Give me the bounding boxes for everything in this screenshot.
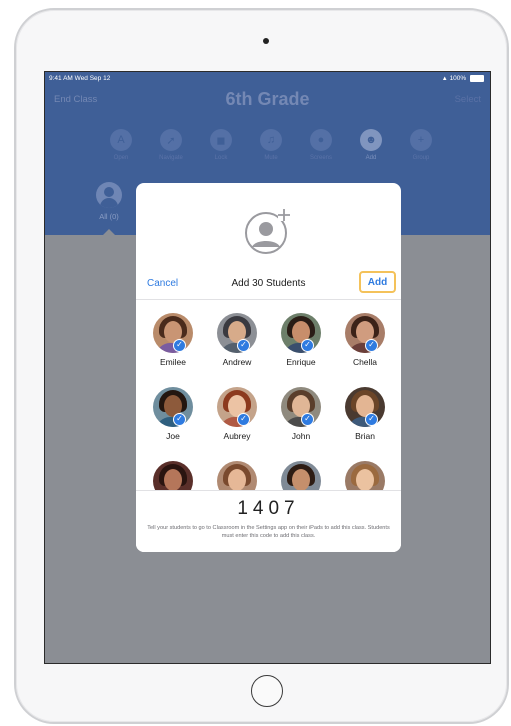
student-card[interactable]: ✓ John <box>271 387 331 441</box>
checkmark-icon: ✓ <box>237 413 250 426</box>
group-tool[interactable]: + Group <box>403 129 439 161</box>
checkmark-icon: ✓ <box>301 339 314 352</box>
tool-label: Lock <box>214 155 228 161</box>
lock-tool[interactable]: ◼ Lock <box>203 129 239 161</box>
home-button[interactable] <box>251 675 283 707</box>
add-students-modal: Cancel Add 30 Students Add ✓ Emilee ✓ An… <box>136 183 401 552</box>
status-date: Wed Sep 12 <box>74 75 111 82</box>
battery-percent: 100% <box>449 75 467 83</box>
student-card[interactable]: ✓ Aubrey <box>207 387 267 441</box>
mute-tool[interactable]: ♫ Mute <box>253 129 289 161</box>
student-card[interactable]: ✓ Emilee <box>143 313 203 367</box>
add-tool[interactable]: ☻ Add <box>353 129 389 161</box>
student-name: John <box>291 431 311 441</box>
open-tool[interactable]: A Open <box>103 129 139 161</box>
modal-nav-bar: Cancel Add 30 Students Add <box>136 269 401 300</box>
student-name: Brian <box>355 431 375 441</box>
tool-label: Navigate <box>159 155 183 161</box>
checkmark-icon: ✓ <box>301 413 314 426</box>
nav-bar: End Class 6th Grade Select <box>45 84 490 114</box>
checkmark-icon: ✓ <box>365 413 378 426</box>
select-button[interactable]: Select <box>455 94 481 105</box>
student-card[interactable] <box>207 461 267 490</box>
screens-tool[interactable]: ● Screens <box>303 129 339 161</box>
student-grid: ✓ Emilee ✓ Andrew ✓ Enrique ✓ Chella ✓ J… <box>136 300 401 490</box>
class-code: 1407 <box>237 498 300 519</box>
modal-hero <box>136 183 401 269</box>
status-time: 9:41 AM <box>49 75 73 82</box>
student-name: Chella <box>352 357 378 367</box>
add-button[interactable]: Add <box>359 271 396 293</box>
avatar <box>345 461 385 490</box>
avatar <box>217 461 257 490</box>
battery-icon <box>470 75 484 82</box>
navigate-tool[interactable]: ➚ Navigate <box>153 129 189 161</box>
tool-label: Group <box>412 155 430 161</box>
tool-label: Screens <box>309 155 332 161</box>
compass-icon: ➚ <box>160 129 182 151</box>
code-instructions: Tell your students to go to Classroom in… <box>147 525 390 539</box>
avatar <box>153 461 193 490</box>
student-card[interactable] <box>143 461 203 490</box>
student-name: Aubrey <box>223 431 251 441</box>
mute-icon: ♫ <box>260 129 282 151</box>
student-card[interactable]: ✓ Joe <box>143 387 203 441</box>
student-card[interactable]: ✓ Enrique <box>271 313 331 367</box>
tool-label: Mute <box>264 155 278 161</box>
tab-all-students[interactable]: All (0) <box>91 182 127 221</box>
tab-indicator <box>103 229 115 235</box>
student-card[interactable]: ✓ Chella <box>335 313 395 367</box>
add-person-icon <box>245 209 290 254</box>
plus-icon: + <box>410 129 432 151</box>
group-avatar-icon <box>96 182 122 208</box>
tab-label: All (0) <box>99 212 119 221</box>
student-name: Enrique <box>286 357 316 367</box>
add-person-icon: ☻ <box>360 129 382 151</box>
tool-label: Open <box>113 155 129 161</box>
page-title: 6th Grade <box>225 89 310 109</box>
avatar <box>281 461 321 490</box>
checkmark-icon: ✓ <box>173 413 186 426</box>
checkmark-icon: ✓ <box>365 339 378 352</box>
student-name: Joe <box>166 431 180 441</box>
class-code-area: 1407 Tell your students to go to Classro… <box>136 490 401 552</box>
student-card[interactable] <box>335 461 395 490</box>
front-camera <box>263 38 269 44</box>
student-name: Emilee <box>160 357 186 367</box>
student-card[interactable] <box>271 461 331 490</box>
tool-label: Add <box>365 155 377 161</box>
status-bar: 9:41 AM Wed Sep 12 ▲ 100% <box>45 72 490 84</box>
student-card[interactable]: ✓ Brian <box>335 387 395 441</box>
toolbar: A Open ➚ Navigate ◼ Lock ♫ Mute ● Screen… <box>103 129 443 169</box>
student-card[interactable]: ✓ Andrew <box>207 313 267 367</box>
checkmark-icon: ✓ <box>173 339 186 352</box>
student-name: Andrew <box>222 357 252 367</box>
binoculars-icon: ● <box>310 129 332 151</box>
lock-icon: ◼ <box>210 129 232 151</box>
wifi-icon: ▲ <box>441 76 448 83</box>
checkmark-icon: ✓ <box>237 339 250 352</box>
app-store-icon: A <box>110 129 132 151</box>
